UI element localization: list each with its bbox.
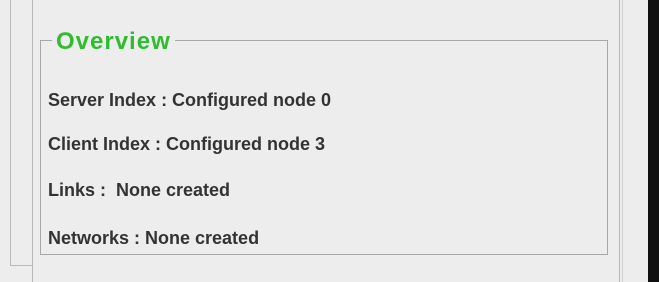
server-index-label: Server Index : Configured node 0 [48, 90, 332, 110]
window-edge [648, 0, 659, 282]
panel-divider-bottom [10, 265, 33, 266]
panel-divider-right [619, 0, 620, 282]
panel-divider-left-inner [32, 0, 33, 282]
panel-divider-right-outer [622, 0, 623, 282]
panel-divider-left [10, 0, 11, 266]
networks-label: Networks : None created [48, 228, 260, 248]
links-label: Links : None created [48, 180, 231, 200]
overview-title: Overview [52, 28, 175, 56]
client-index-label: Client Index : Configured node 3 [48, 134, 326, 154]
